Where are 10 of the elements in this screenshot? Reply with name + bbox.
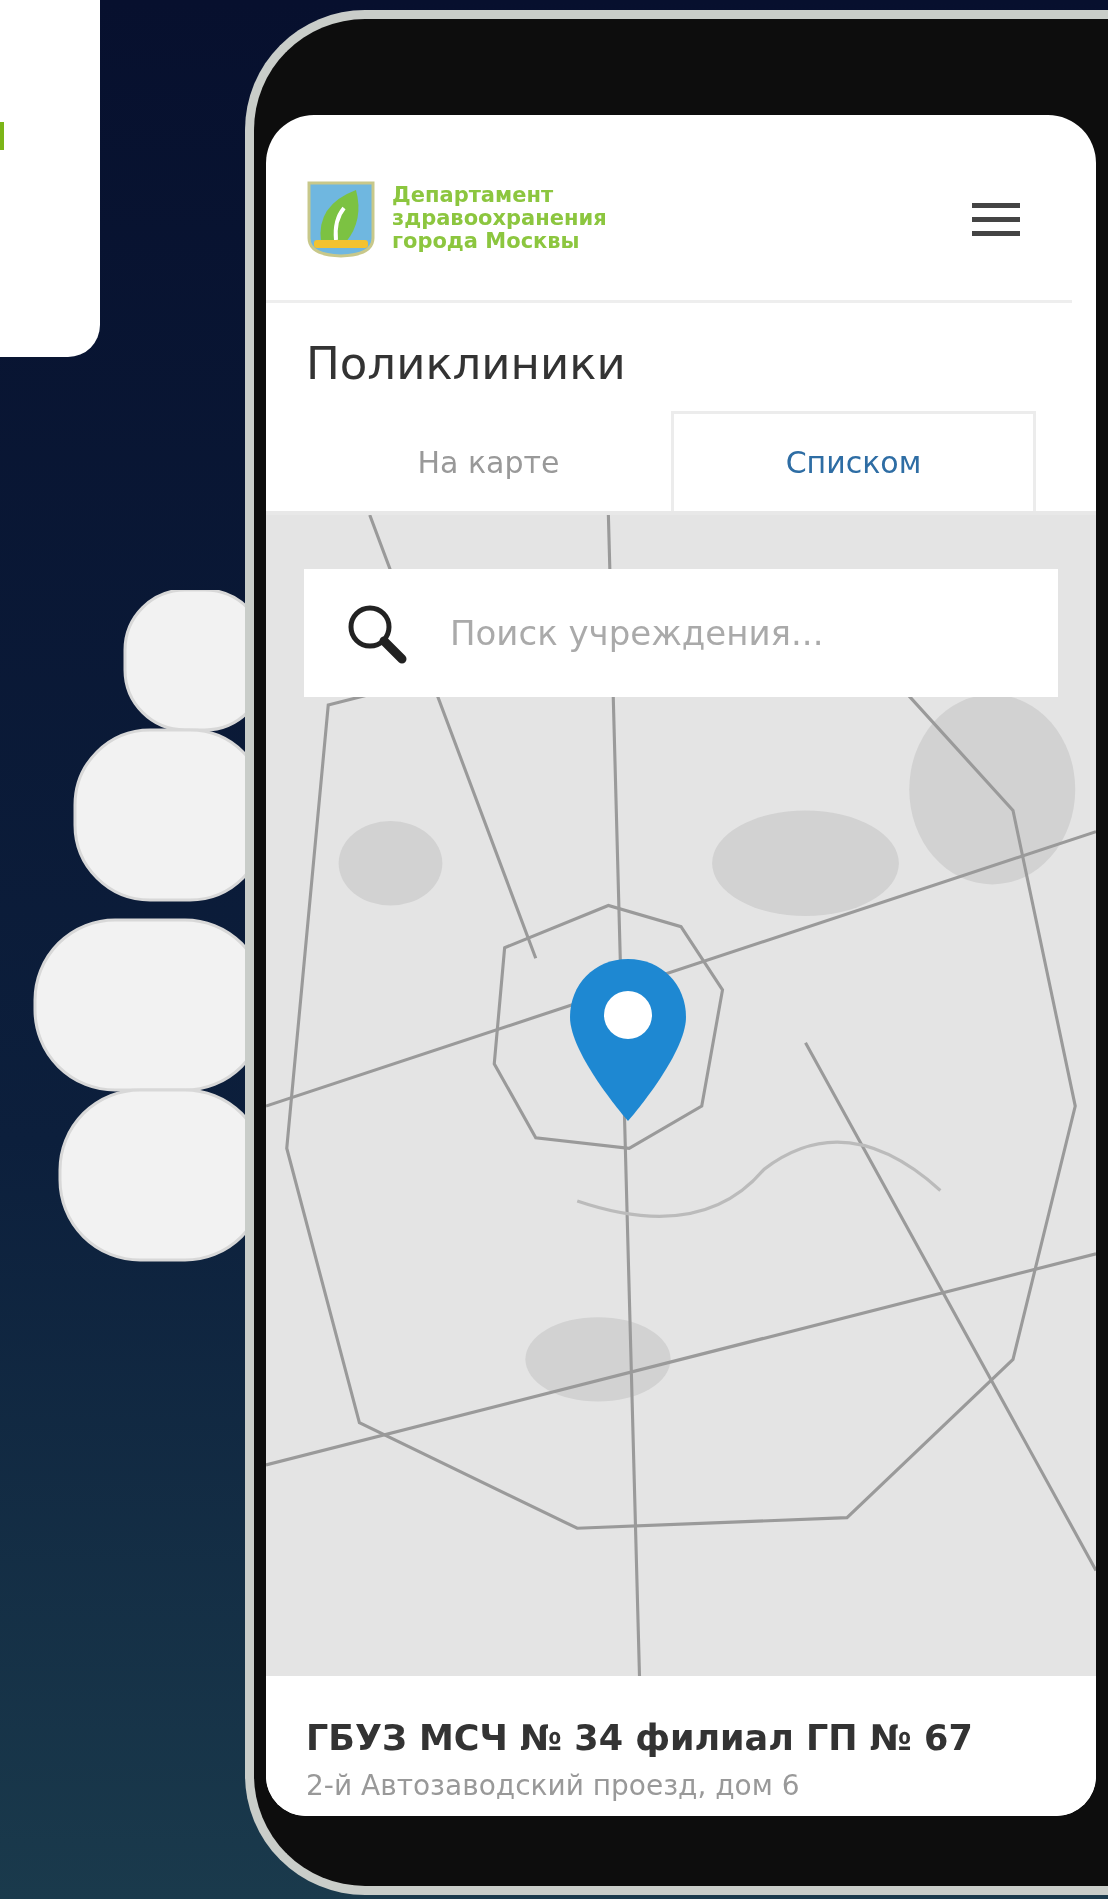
- page-title: Поликлиники: [305, 336, 627, 392]
- view-tab[interactable]: Списком: [671, 411, 1036, 511]
- logo-text: Департамент здравоохранения города Москвы: [392, 184, 607, 253]
- accent-bar: [0, 122, 4, 150]
- clinic-name[interactable]: ГБУЗ МСЧ № 34 филиал ГП № 67: [306, 1712, 1056, 1765]
- search-field[interactable]: Поиск учреждения...: [304, 569, 1058, 697]
- search-input[interactable]: Поиск учреждения...: [448, 606, 1018, 660]
- menu-icon: [972, 200, 1020, 237]
- emblem-icon: [306, 179, 376, 258]
- clinic-address: 2-й Автозаводский проезд, дом 6: [306, 1767, 801, 1804]
